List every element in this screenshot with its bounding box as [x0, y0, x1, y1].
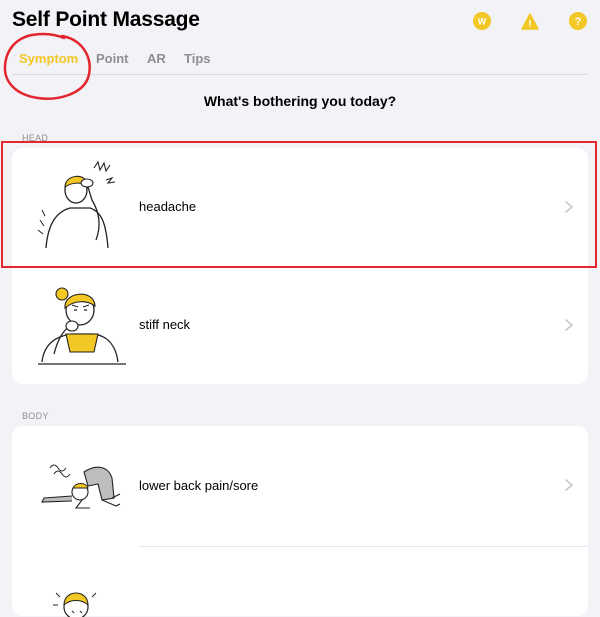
symptom-row-headache[interactable]: headache — [12, 148, 588, 266]
symptom-row-partial[interactable] — [12, 547, 588, 617]
warning-icon[interactable]: ! — [520, 11, 540, 31]
warning-glyph: ! — [528, 19, 531, 30]
tabs-divider — [12, 74, 588, 75]
body-symptom-card: lower back pain/sore — [12, 426, 588, 617]
symptom-label: headache — [139, 199, 197, 214]
help-glyph: ? — [575, 16, 582, 28]
symptom-label: stiff neck — [139, 317, 191, 332]
symptom-row-stiff-neck[interactable]: stiff neck — [12, 266, 588, 384]
app-title: Self Point Massage — [12, 8, 200, 31]
symptom-row-lower-back[interactable]: lower back pain/sore — [12, 426, 588, 546]
tab-point[interactable]: Point — [96, 48, 129, 70]
person-collapsed-illustration — [32, 434, 132, 540]
person-resting-chin-illustration — [32, 272, 132, 378]
chevron-right-icon — [565, 319, 573, 331]
symptom-label: lower back pain/sore — [139, 478, 259, 493]
chevron-right-icon — [565, 479, 573, 491]
tab-tips[interactable]: Tips — [184, 48, 211, 70]
chevron-right-icon — [565, 201, 573, 213]
help-icon[interactable]: ? — [568, 11, 588, 31]
section-label-body: BODY — [22, 411, 49, 421]
tab-bar: Symptom Point AR Tips — [0, 48, 600, 74]
w-coin-icon[interactable]: W — [472, 11, 492, 31]
section-label-head: HEAD — [22, 133, 49, 143]
w-coin-glyph: W — [478, 17, 487, 27]
tab-symptom[interactable]: Symptom — [19, 48, 78, 70]
person-holding-head-illustration — [32, 154, 132, 260]
tab-ar[interactable]: AR — [147, 48, 166, 70]
page-prompt: What's bothering you today? — [203, 93, 397, 109]
head-symptom-card: headache stiff neck — [12, 148, 588, 384]
person-sweating-illustration — [32, 567, 132, 617]
